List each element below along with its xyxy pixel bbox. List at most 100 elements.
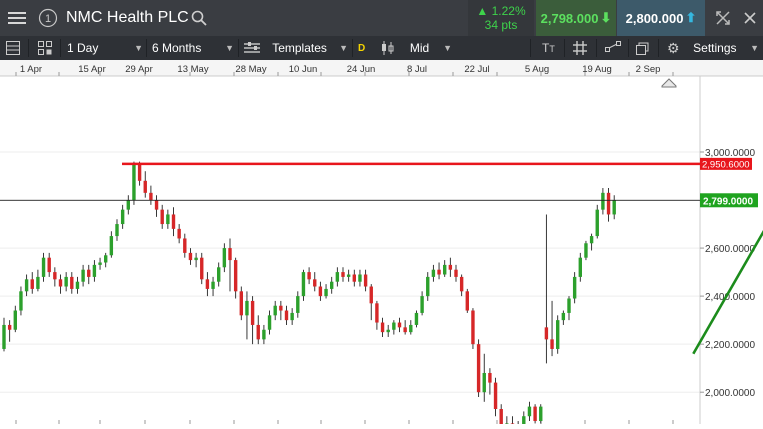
change-percent: 1.22% xyxy=(491,4,526,18)
arrow-down-icon: ⬇ xyxy=(600,10,612,25)
candle xyxy=(454,264,458,282)
toolbar-divider xyxy=(28,39,29,57)
candle-body xyxy=(171,214,176,229)
candle xyxy=(166,209,170,229)
range-select[interactable]: 6 Months ▼ xyxy=(152,36,234,60)
candle xyxy=(544,214,549,364)
candle-body xyxy=(92,264,97,277)
instrument-name[interactable]: NMC Health PLC xyxy=(66,0,189,36)
candle xyxy=(488,368,492,395)
candle-body xyxy=(205,279,210,289)
candle xyxy=(431,264,436,282)
candle xyxy=(228,238,232,292)
menu-button[interactable] xyxy=(0,0,34,36)
x-tick-label: 13 May xyxy=(177,64,208,75)
templates-button[interactable]: Templates ▼ xyxy=(244,36,348,60)
candle-body xyxy=(75,281,80,289)
candle xyxy=(2,317,6,352)
range-value: 6 Months xyxy=(152,41,202,55)
candle xyxy=(567,296,571,321)
candle xyxy=(493,377,498,417)
chevron-down-icon: ▼ xyxy=(443,43,452,53)
candle xyxy=(104,252,108,268)
candle-body xyxy=(233,260,238,292)
toolbar-divider xyxy=(146,39,147,57)
x-tick-label: 8 Jul xyxy=(407,64,427,75)
candle-body xyxy=(250,300,255,325)
candle xyxy=(346,269,351,282)
candle xyxy=(64,272,68,292)
candle-body xyxy=(41,257,46,277)
candle-body xyxy=(87,269,91,277)
candle xyxy=(19,286,23,316)
close-button[interactable] xyxy=(739,0,761,36)
candle xyxy=(296,291,300,318)
layout-button[interactable] xyxy=(6,36,20,60)
info-circle-icon: 1 xyxy=(38,8,58,28)
candle xyxy=(87,264,91,285)
overlays: 2,799.0000 2,950.6000 xyxy=(0,78,763,355)
candle-body xyxy=(476,344,481,393)
candle xyxy=(420,291,424,316)
expand-button[interactable] xyxy=(712,0,734,36)
candle xyxy=(595,204,599,239)
candle xyxy=(81,264,85,287)
info-button[interactable]: 1 xyxy=(36,0,60,36)
sell-price-button[interactable]: 2,798.000 ⬇ xyxy=(536,0,616,36)
candle xyxy=(30,272,34,294)
candle xyxy=(578,252,582,282)
candle xyxy=(177,224,181,244)
candle-body xyxy=(296,296,300,313)
windows-icon xyxy=(636,42,649,55)
candle xyxy=(482,353,486,402)
candle xyxy=(120,204,125,229)
candle xyxy=(53,267,57,287)
grid-view-button[interactable] xyxy=(38,36,52,60)
candle-body xyxy=(426,276,430,297)
candle xyxy=(437,262,441,280)
candle-body xyxy=(589,236,594,244)
drawing-tools-icon xyxy=(605,41,621,52)
candle-body xyxy=(30,279,34,289)
candle-body xyxy=(64,276,68,287)
price-type-select[interactable]: Mid ▼ xyxy=(380,36,452,60)
candle-body xyxy=(414,312,419,325)
candle-body xyxy=(448,264,453,270)
candle xyxy=(92,260,97,282)
candle xyxy=(533,404,537,424)
x-tick-label: 15 Apr xyxy=(78,64,105,75)
candle xyxy=(143,171,147,198)
search-button[interactable] xyxy=(188,0,210,36)
x-tick-label: 22 Jul xyxy=(464,64,489,75)
crosshair-button[interactable] xyxy=(573,36,587,60)
text-tool-button[interactable]: TT xyxy=(542,36,555,60)
settings-label: Settings xyxy=(693,41,737,55)
interval-value: 1 Day xyxy=(67,41,99,55)
price-chart[interactable]: 1 Apr 15 Apr 29 Apr 13 May 28 May 10 Jun 24 Ju… xyxy=(0,60,763,429)
interval-select[interactable]: 1 Day ▼ xyxy=(67,36,143,60)
candle xyxy=(459,274,464,297)
candle xyxy=(41,252,46,282)
windows-button[interactable] xyxy=(636,36,650,60)
candle-body xyxy=(132,164,136,201)
candle xyxy=(58,274,63,294)
candle xyxy=(397,317,402,333)
candle xyxy=(414,310,419,328)
buy-price-button[interactable]: 2,800.000 ⬆ xyxy=(617,0,705,36)
window-title-bar: 1 NMC Health PLC ▲ 1.22% 34 pts 2,798.00… xyxy=(0,0,763,36)
x-tick-label: 5 Aug xyxy=(525,64,549,75)
candle-body xyxy=(177,228,181,239)
chevron-down-icon: ▼ xyxy=(750,43,759,53)
draw-tool-button[interactable] xyxy=(605,36,621,60)
chart-canvas[interactable]: 1 Apr 15 Apr 29 Apr 13 May 28 May 10 Jun 24 Ju… xyxy=(0,60,763,429)
candle xyxy=(499,404,503,429)
candle-body xyxy=(239,291,243,316)
candle-body xyxy=(200,257,204,280)
chevron-down-icon: ▼ xyxy=(134,43,143,53)
candle-body xyxy=(572,276,577,299)
candle xyxy=(527,401,532,422)
candle-body xyxy=(256,324,260,340)
settings-button[interactable]: ⚙ Settings ▼ xyxy=(667,36,759,60)
toolbar-divider xyxy=(628,39,629,57)
candle xyxy=(369,284,373,321)
